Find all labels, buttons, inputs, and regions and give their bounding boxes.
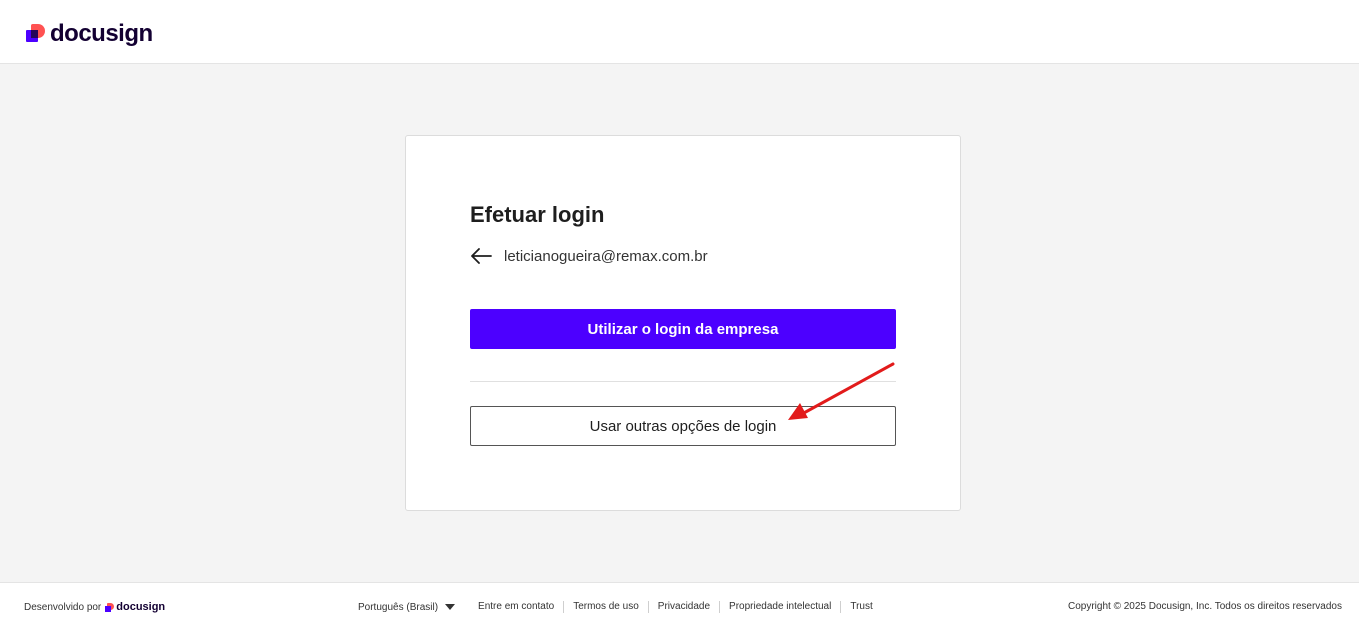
footer-link-trust[interactable]: Trust [840, 601, 881, 613]
powered-by: Desenvolvido por docusign [24, 601, 165, 613]
page-title: Efetuar login [470, 202, 605, 227]
company-login-button[interactable]: Utilizar o login da empresa [470, 309, 896, 349]
docusign-logo[interactable]: docusign [26, 20, 153, 48]
footer: Desenvolvido por docusign Português (Bra… [0, 582, 1359, 630]
copyright: Copyright © 2025 Docusign, Inc. Todos os… [1068, 601, 1342, 612]
docusign-logo-icon [105, 602, 115, 612]
caret-down-icon [445, 604, 456, 610]
footer-link-privacy[interactable]: Privacidade [647, 601, 719, 613]
docusign-logo-icon [26, 24, 46, 44]
back-arrow-icon[interactable] [470, 247, 492, 265]
login-card: Efetuar login leticianogueira@remax.com.… [405, 135, 961, 511]
top-header: docusign [0, 0, 1359, 64]
language-label: Português (Brasil) [358, 601, 439, 613]
footer-links: Português (Brasil) Entre em contato Term… [358, 601, 882, 613]
footer-logo-text: docusign [116, 601, 166, 613]
footer-link-terms[interactable]: Termos de uso [563, 601, 648, 613]
language-selector[interactable]: Português (Brasil) [358, 602, 469, 613]
logo-text: docusign [50, 20, 153, 47]
user-email: leticianogueira@remax.com.br [504, 247, 708, 265]
powered-by-label: Desenvolvido por [24, 601, 102, 613]
email-row: leticianogueira@remax.com.br [470, 247, 708, 265]
divider [470, 381, 896, 382]
other-login-options-button[interactable]: Usar outras opções de login [470, 406, 896, 446]
footer-link-contact[interactable]: Entre em contato [469, 601, 563, 613]
footer-link-ip[interactable]: Propriedade intelectual [719, 601, 840, 613]
